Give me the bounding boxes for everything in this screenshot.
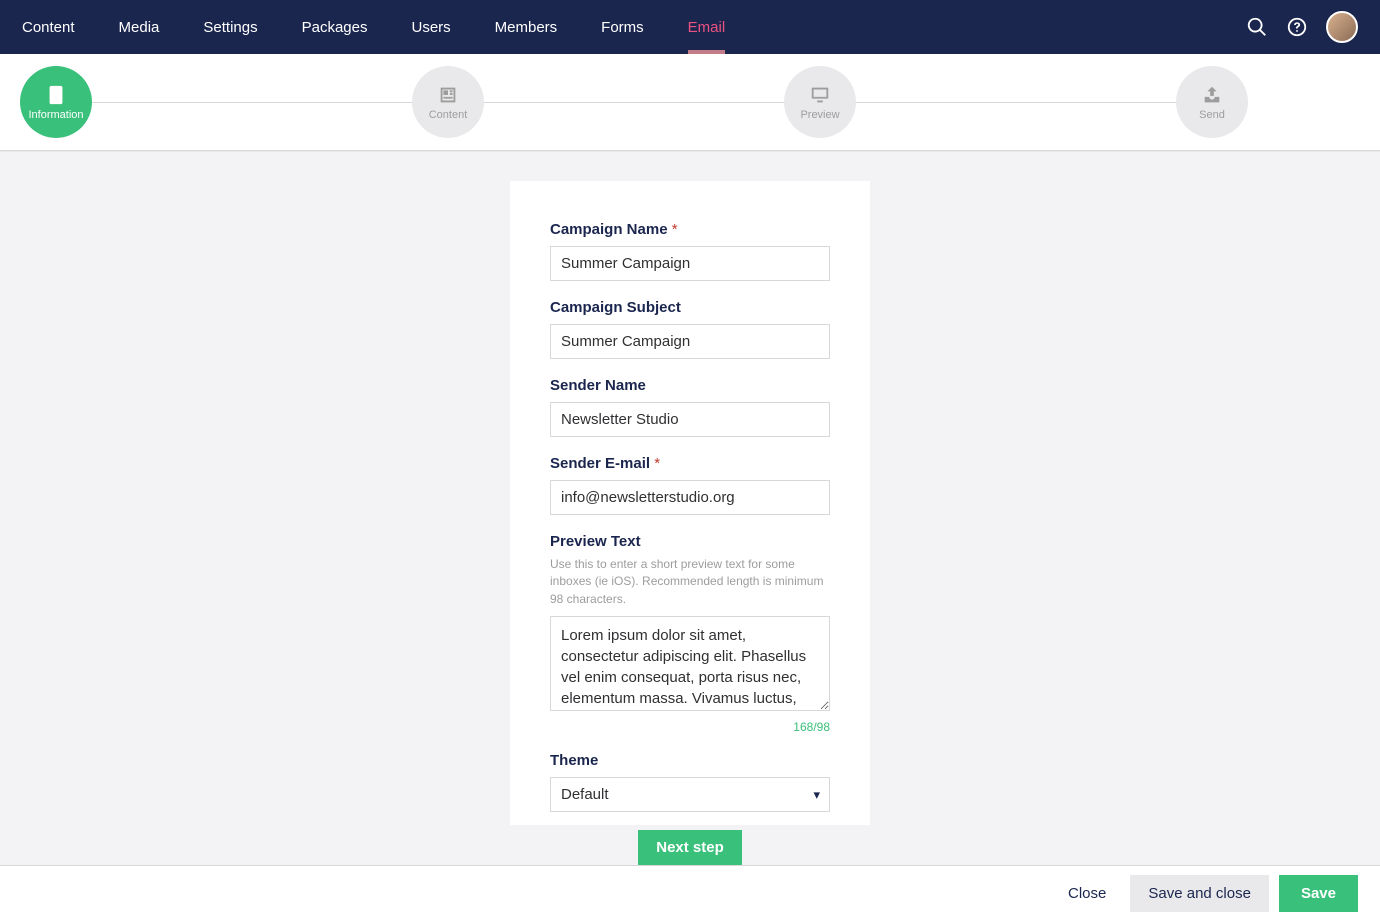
- campaign-name-input[interactable]: [550, 246, 830, 281]
- label-theme: Theme: [550, 752, 830, 769]
- label-campaign-subject: Campaign Subject: [550, 299, 830, 316]
- field-campaign-subject: Campaign Subject: [550, 299, 830, 359]
- preview-text-textarea[interactable]: [550, 616, 830, 711]
- field-theme: Theme Default: [550, 752, 830, 812]
- information-card: Campaign Name * Campaign Subject Sender …: [510, 181, 870, 825]
- editor-scroll-area[interactable]: Campaign Name * Campaign Subject Sender …: [0, 151, 1380, 865]
- label-text: Campaign Name: [550, 221, 668, 238]
- top-nav: Content Media Settings Packages Users Me…: [0, 0, 1380, 54]
- theme-select[interactable]: Default: [550, 777, 830, 812]
- clipboard-icon: [45, 84, 67, 106]
- search-icon[interactable]: [1246, 16, 1268, 38]
- step-label: Send: [1199, 109, 1225, 121]
- help-icon[interactable]: [1286, 16, 1308, 38]
- save-button[interactable]: Save: [1279, 875, 1358, 912]
- help-preview-text: Use this to enter a short preview text f…: [550, 556, 830, 608]
- step-connector: [856, 102, 1176, 103]
- label-text: Sender E-mail: [550, 455, 650, 472]
- step-connector: [92, 102, 412, 103]
- step-label: Information: [28, 109, 83, 121]
- newspaper-icon: [437, 84, 459, 106]
- steps-bar: Information Content Preview: [0, 54, 1380, 151]
- step-connector: [484, 102, 784, 103]
- step-information[interactable]: Information: [20, 66, 92, 138]
- monitor-icon: [809, 84, 831, 106]
- field-preview-text: Preview Text Use this to enter a short p…: [550, 533, 830, 734]
- required-mark: *: [654, 455, 660, 472]
- editor-footer: Close Save and close Save: [0, 865, 1380, 921]
- field-sender-name: Sender Name: [550, 377, 830, 437]
- nav-item-media[interactable]: Media: [97, 0, 182, 54]
- step-label: Content: [429, 109, 468, 121]
- nav-sections: Content Media Settings Packages Users Me…: [0, 0, 747, 54]
- field-sender-email: Sender E-mail *: [550, 455, 830, 515]
- sender-email-input[interactable]: [550, 480, 830, 515]
- nav-item-users[interactable]: Users: [389, 0, 472, 54]
- label-sender-name: Sender Name: [550, 377, 830, 394]
- user-avatar[interactable]: [1326, 11, 1358, 43]
- label-preview-text: Preview Text: [550, 533, 830, 550]
- nav-item-packages[interactable]: Packages: [280, 0, 390, 54]
- step-label: Preview: [800, 109, 839, 121]
- required-mark: *: [672, 221, 678, 238]
- nav-tools: [1246, 11, 1358, 43]
- step-send[interactable]: Send: [1176, 66, 1248, 138]
- label-campaign-name: Campaign Name *: [550, 221, 830, 238]
- nav-item-email[interactable]: Email: [666, 0, 748, 54]
- save-and-close-button[interactable]: Save and close: [1130, 875, 1269, 912]
- nav-item-settings[interactable]: Settings: [181, 0, 279, 54]
- campaign-subject-input[interactable]: [550, 324, 830, 359]
- outbox-icon: [1201, 84, 1223, 106]
- preview-text-counter: 168/98: [550, 720, 830, 734]
- nav-item-forms[interactable]: Forms: [579, 0, 666, 54]
- label-sender-email: Sender E-mail *: [550, 455, 830, 472]
- nav-item-members[interactable]: Members: [473, 0, 580, 54]
- close-button[interactable]: Close: [1054, 877, 1120, 910]
- step-content[interactable]: Content: [412, 66, 484, 138]
- nav-item-content[interactable]: Content: [0, 0, 97, 54]
- field-campaign-name: Campaign Name *: [550, 221, 830, 281]
- step-preview[interactable]: Preview: [784, 66, 856, 138]
- next-step-button[interactable]: Next step: [638, 830, 742, 865]
- sender-name-input[interactable]: [550, 402, 830, 437]
